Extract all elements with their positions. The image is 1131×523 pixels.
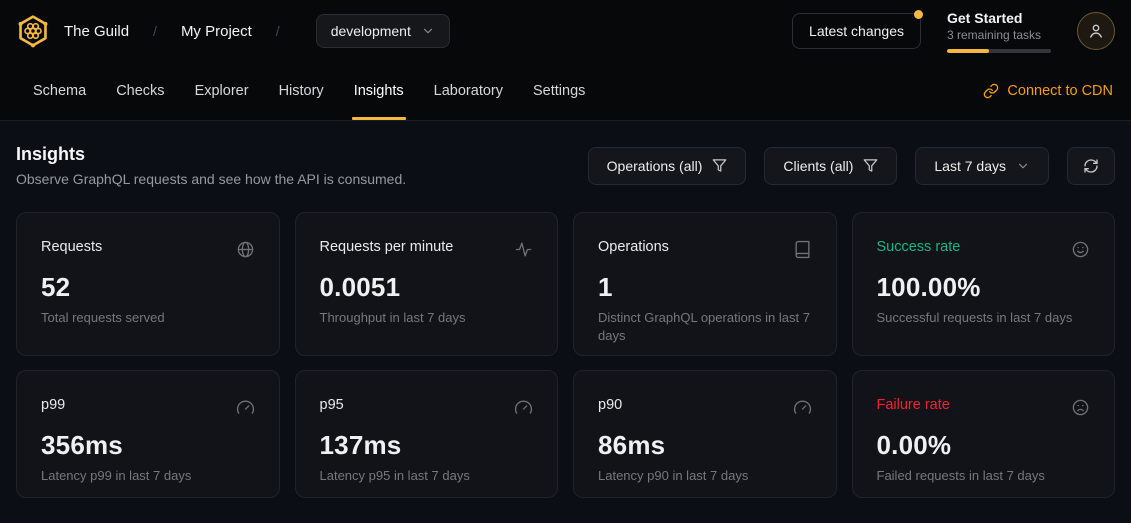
card-title: p90 (598, 397, 622, 413)
card-value: 1 (598, 272, 812, 303)
card-description: Latency p99 in last 7 days (41, 467, 255, 485)
frown-icon (1071, 398, 1090, 417)
breadcrumb-project[interactable]: My Project (181, 23, 252, 40)
stat-card-p95: p95 137ms Latency p95 in last 7 days (295, 370, 559, 498)
card-title: Failure rate (877, 397, 950, 413)
card-value: 52 (41, 272, 255, 303)
connect-to-cdn-link[interactable]: Connect to CDN (983, 62, 1113, 120)
card-value: 0.0051 (320, 272, 534, 303)
chevron-down-icon (421, 24, 435, 38)
activity-icon (514, 240, 533, 259)
card-value: 100.00% (877, 272, 1091, 303)
latest-changes-label: Latest changes (809, 23, 904, 39)
tab-laboratory[interactable]: Laboratory (419, 62, 518, 120)
top-header: The Guild / My Project / development Lat… (0, 0, 1131, 62)
tab-settings[interactable]: Settings (518, 62, 600, 120)
get-started-widget[interactable]: Get Started 3 remaining tasks (947, 10, 1051, 53)
breadcrumb: The Guild / My Project / development (16, 14, 450, 48)
clients-filter-label: Clients (all) (783, 158, 853, 174)
card-value: 0.00% (877, 430, 1091, 461)
stat-card-p90: p90 86ms Latency p90 in last 7 days (573, 370, 837, 498)
card-description: Throughput in last 7 days (320, 309, 534, 327)
tab-insights[interactable]: Insights (339, 62, 419, 120)
tab-explorer[interactable]: Explorer (180, 62, 264, 120)
link-icon (983, 83, 999, 99)
card-value: 356ms (41, 430, 255, 461)
get-started-progress-fill (947, 49, 989, 53)
get-started-subtitle: 3 remaining tasks (947, 28, 1051, 42)
card-description: Total requests served (41, 309, 255, 327)
tab-history[interactable]: History (264, 62, 339, 120)
operations-filter-button[interactable]: Operations (all) (588, 147, 747, 185)
card-value: 137ms (320, 430, 534, 461)
gauge-icon (514, 398, 533, 417)
tab-schema[interactable]: Schema (18, 62, 101, 120)
card-title: p95 (320, 397, 344, 413)
tab-checks[interactable]: Checks (101, 62, 179, 120)
target-dropdown[interactable]: development (316, 14, 450, 48)
book-icon (793, 240, 812, 259)
nav-tabs: Schema Checks Explorer History Insights … (18, 62, 600, 120)
filter-icon (712, 158, 727, 173)
card-description: Failed requests in last 7 days (877, 467, 1091, 485)
page-heading: Insights Observe GraphQL requests and se… (16, 144, 406, 187)
card-title: Requests per minute (320, 239, 454, 255)
get-started-title: Get Started (947, 10, 1051, 26)
breadcrumb-separator: / (153, 23, 157, 39)
breadcrumb-org[interactable]: The Guild (64, 23, 129, 40)
smile-icon (1071, 240, 1090, 259)
get-started-progress-track (947, 49, 1051, 53)
hive-logo-icon[interactable] (16, 14, 50, 48)
filter-icon (863, 158, 878, 173)
target-dropdown-value: development (331, 23, 411, 39)
notification-dot (914, 10, 923, 19)
card-value: 86ms (598, 430, 812, 461)
latest-changes-button[interactable]: Latest changes (792, 13, 921, 49)
date-range-label: Last 7 days (934, 158, 1006, 174)
globe-icon (236, 240, 255, 259)
chevron-down-icon (1016, 159, 1030, 173)
card-title: Success rate (877, 239, 961, 255)
user-icon (1087, 22, 1105, 40)
stat-card-p99: p99 356ms Latency p99 in last 7 days (16, 370, 280, 498)
user-avatar[interactable] (1077, 12, 1115, 50)
gauge-icon (236, 398, 255, 417)
card-description: Successful requests in last 7 days (877, 309, 1091, 327)
stats-cards-grid: Requests 52 Total requests served Reques… (16, 212, 1115, 498)
project-nav: Schema Checks Explorer History Insights … (0, 62, 1131, 121)
operations-filter-label: Operations (all) (607, 158, 703, 174)
stat-card-operations: Operations 1 Distinct GraphQL operations… (573, 212, 837, 356)
card-description: Latency p95 in last 7 days (320, 467, 534, 485)
card-description: Latency p90 in last 7 days (598, 467, 812, 485)
page-subtitle: Observe GraphQL requests and see how the… (16, 171, 406, 187)
breadcrumb-separator: / (276, 23, 280, 39)
card-title: Requests (41, 239, 102, 255)
refresh-icon (1083, 158, 1099, 174)
gauge-icon (793, 398, 812, 417)
stat-card-success-rate: Success rate 100.00% Successful requests… (852, 212, 1116, 356)
insights-page: Insights Observe GraphQL requests and se… (0, 121, 1131, 498)
page-title: Insights (16, 144, 406, 165)
card-description: Distinct GraphQL operations in last 7 da… (598, 309, 812, 344)
stat-card-failure-rate: Failure rate 0.00% Failed requests in la… (852, 370, 1116, 498)
card-title: p99 (41, 397, 65, 413)
date-range-dropdown[interactable]: Last 7 days (915, 147, 1049, 185)
stat-card-requests-per-minute: Requests per minute 0.0051 Throughput in… (295, 212, 559, 356)
stat-card-requests: Requests 52 Total requests served (16, 212, 280, 356)
refresh-button[interactable] (1067, 147, 1115, 185)
filters-toolbar: Operations (all) Clients (all) Last 7 da… (588, 147, 1115, 185)
connect-to-cdn-label: Connect to CDN (1007, 83, 1113, 99)
clients-filter-button[interactable]: Clients (all) (764, 147, 897, 185)
card-title: Operations (598, 239, 669, 255)
